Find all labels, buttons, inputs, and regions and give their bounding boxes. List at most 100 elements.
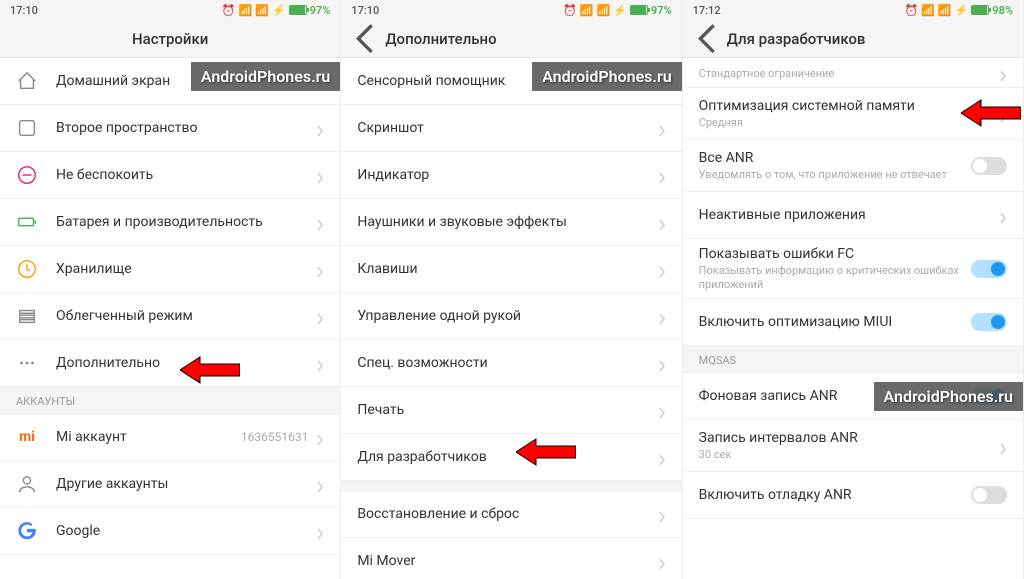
- row-accessibility[interactable]: Спец. возможности: [341, 340, 681, 387]
- lite-icon: [16, 305, 38, 327]
- row-additional[interactable]: Дополнительно: [0, 340, 340, 387]
- row-memory-opt[interactable]: Оптимизация системной памяти Средняя: [683, 88, 1023, 140]
- chevron-right-icon: [316, 75, 324, 87]
- row-anr-debug[interactable]: Включить отладку ANR: [683, 472, 1023, 519]
- chevron-right-icon: [658, 75, 666, 87]
- row-bg-anr[interactable]: Фоновая запись ANR: [683, 373, 1023, 420]
- toggle-anr-debug[interactable]: [971, 486, 1007, 504]
- row-mi-mover[interactable]: Mi Mover: [341, 538, 681, 579]
- signal-icon: 📶: [597, 4, 611, 17]
- row-label: Скриншот: [357, 120, 657, 136]
- row-lite-mode[interactable]: Облегченный режим: [0, 293, 340, 340]
- square-icon: [16, 117, 38, 139]
- status-icons: ⏰ 📶 📶 ⚡ 97%: [563, 4, 672, 17]
- toggle-bg-anr[interactable]: [971, 387, 1007, 405]
- row-sub: Показывать информацию о критических ошиб…: [699, 264, 971, 290]
- home-icon: [16, 70, 38, 92]
- row-label: Печать: [357, 402, 657, 418]
- toggle-miui-opt[interactable]: [971, 313, 1007, 331]
- row-one-hand[interactable]: Управление одной рукой: [341, 293, 681, 340]
- row-indicator[interactable]: Индикатор: [341, 152, 681, 199]
- header-title: Дополнительно: [385, 30, 496, 48]
- row-home-screen[interactable]: Домашний экран: [0, 58, 340, 105]
- row-dnd[interactable]: Не беспокоить: [0, 152, 340, 199]
- charge-icon: ⚡: [955, 4, 969, 17]
- alarm-icon: ⏰: [222, 4, 236, 17]
- content-area[interactable]: Домашний экран Второе пространство Не бе…: [0, 58, 340, 579]
- row-label: Включить отладку ANR: [699, 487, 971, 503]
- header: Дополнительно: [341, 20, 681, 58]
- alarm-icon: ⏰: [563, 4, 577, 17]
- row-screenshot[interactable]: Скриншот: [341, 105, 681, 152]
- row-other-accounts[interactable]: Другие аккаунты: [0, 461, 340, 508]
- row-print[interactable]: Печать: [341, 387, 681, 434]
- row-label: Google: [56, 523, 316, 539]
- content-area[interactable]: Стандартное ограничение Оптимизация сист…: [683, 58, 1023, 579]
- row-sub: Уведомлять о том, что приложение не отве…: [699, 168, 971, 181]
- chevron-right-icon: [316, 263, 324, 275]
- toggle-fc-errors[interactable]: [971, 260, 1007, 278]
- row-label: Mi аккаунт: [56, 429, 241, 445]
- row-label: Дополнительно: [56, 355, 316, 371]
- row-storage[interactable]: Хранилище: [0, 246, 340, 293]
- chevron-right-icon: [316, 357, 324, 369]
- battery-icon: [289, 5, 307, 15]
- header-title: Для разработчиков: [727, 30, 866, 48]
- back-button[interactable]: [355, 29, 375, 49]
- user-icon: [16, 473, 38, 495]
- row-battery-perf[interactable]: Батарея и производительность: [0, 199, 340, 246]
- row-label: Не беспокоить: [56, 167, 316, 183]
- toggle-all-anr[interactable]: [971, 157, 1007, 175]
- clock-icon: [16, 258, 38, 280]
- row-inactive-apps[interactable]: Неактивные приложения: [683, 192, 1023, 239]
- chevron-right-icon: [999, 108, 1007, 120]
- charge-icon: ⚡: [613, 4, 627, 17]
- row-sensor-assistant[interactable]: Сенсорный помощник: [341, 58, 681, 105]
- row-label: Сенсорный помощник: [357, 73, 657, 89]
- row-developers[interactable]: Для разработчиков: [341, 434, 681, 481]
- row-miui-opt[interactable]: Включить оптимизацию MIUI: [683, 299, 1023, 346]
- section-mqsas: MQSAS: [683, 346, 1023, 373]
- chevron-right-icon: [999, 67, 1007, 79]
- row-headphones[interactable]: Наушники и звуковые эффекты: [341, 199, 681, 246]
- row-mi-account[interactable]: mi Mi аккаунт 1636551631: [0, 414, 340, 461]
- row-label: Второе пространство: [56, 120, 316, 136]
- row-label: Фоновая запись ANR: [699, 388, 971, 404]
- status-bar: 17:10 ⏰ 📶 📶 ⚡ 97%: [0, 0, 340, 20]
- row-label: Все ANR: [699, 150, 971, 166]
- row-label: Неактивные приложения: [699, 207, 999, 223]
- chevron-right-icon: [999, 209, 1007, 221]
- chevron-right-icon: [658, 508, 666, 520]
- row-label: Хранилище: [56, 261, 316, 277]
- chevron-right-icon: [658, 310, 666, 322]
- row-all-anr[interactable]: Все ANR Уведомлять о том, что приложение…: [683, 140, 1023, 192]
- wifi-icon: 📶: [580, 4, 594, 17]
- row-anr-interval[interactable]: Запись интервалов ANR 30 сек: [683, 420, 1023, 472]
- status-bar: 17:10 ⏰ 📶 📶 ⚡ 97%: [341, 0, 681, 20]
- row-fc-errors[interactable]: Показывать ошибки FC Показывать информац…: [683, 239, 1023, 299]
- row-sub: 30 сек: [699, 448, 999, 461]
- row-std-limit[interactable]: Стандартное ограничение: [683, 58, 1023, 88]
- row-google[interactable]: Google: [0, 508, 340, 555]
- header: Для разработчиков: [683, 20, 1023, 58]
- row-label: Включить оптимизацию MIUI: [699, 314, 971, 330]
- settings-screen: 17:10 ⏰ 📶 📶 ⚡ 97% Настройки Домашний экр…: [0, 0, 341, 579]
- status-time: 17:10: [10, 4, 38, 17]
- row-label: Восстановление и сброс: [357, 506, 657, 522]
- row-label: Оптимизация системной памяти: [699, 98, 999, 114]
- row-label: Запись интервалов ANR: [699, 430, 999, 446]
- chevron-right-icon: [316, 525, 324, 537]
- row-second-space[interactable]: Второе пространство: [0, 105, 340, 152]
- row-sub: Стандартное ограничение: [699, 67, 999, 80]
- row-label: Индикатор: [357, 167, 657, 183]
- chevron-right-icon: [658, 216, 666, 228]
- row-keys[interactable]: Клавиши: [341, 246, 681, 293]
- back-button[interactable]: [697, 29, 717, 49]
- row-reset[interactable]: Восстановление и сброс: [341, 491, 681, 538]
- chevron-right-icon: [316, 169, 324, 181]
- chevron-right-icon: [316, 122, 324, 134]
- status-bar: 17:12 ⏰ 📶 📶 ⚡ 98%: [683, 0, 1023, 20]
- mi-icon: mi: [16, 426, 38, 448]
- charge-icon: ⚡: [272, 4, 286, 17]
- content-area[interactable]: Сенсорный помощник Скриншот Индикатор На…: [341, 58, 681, 579]
